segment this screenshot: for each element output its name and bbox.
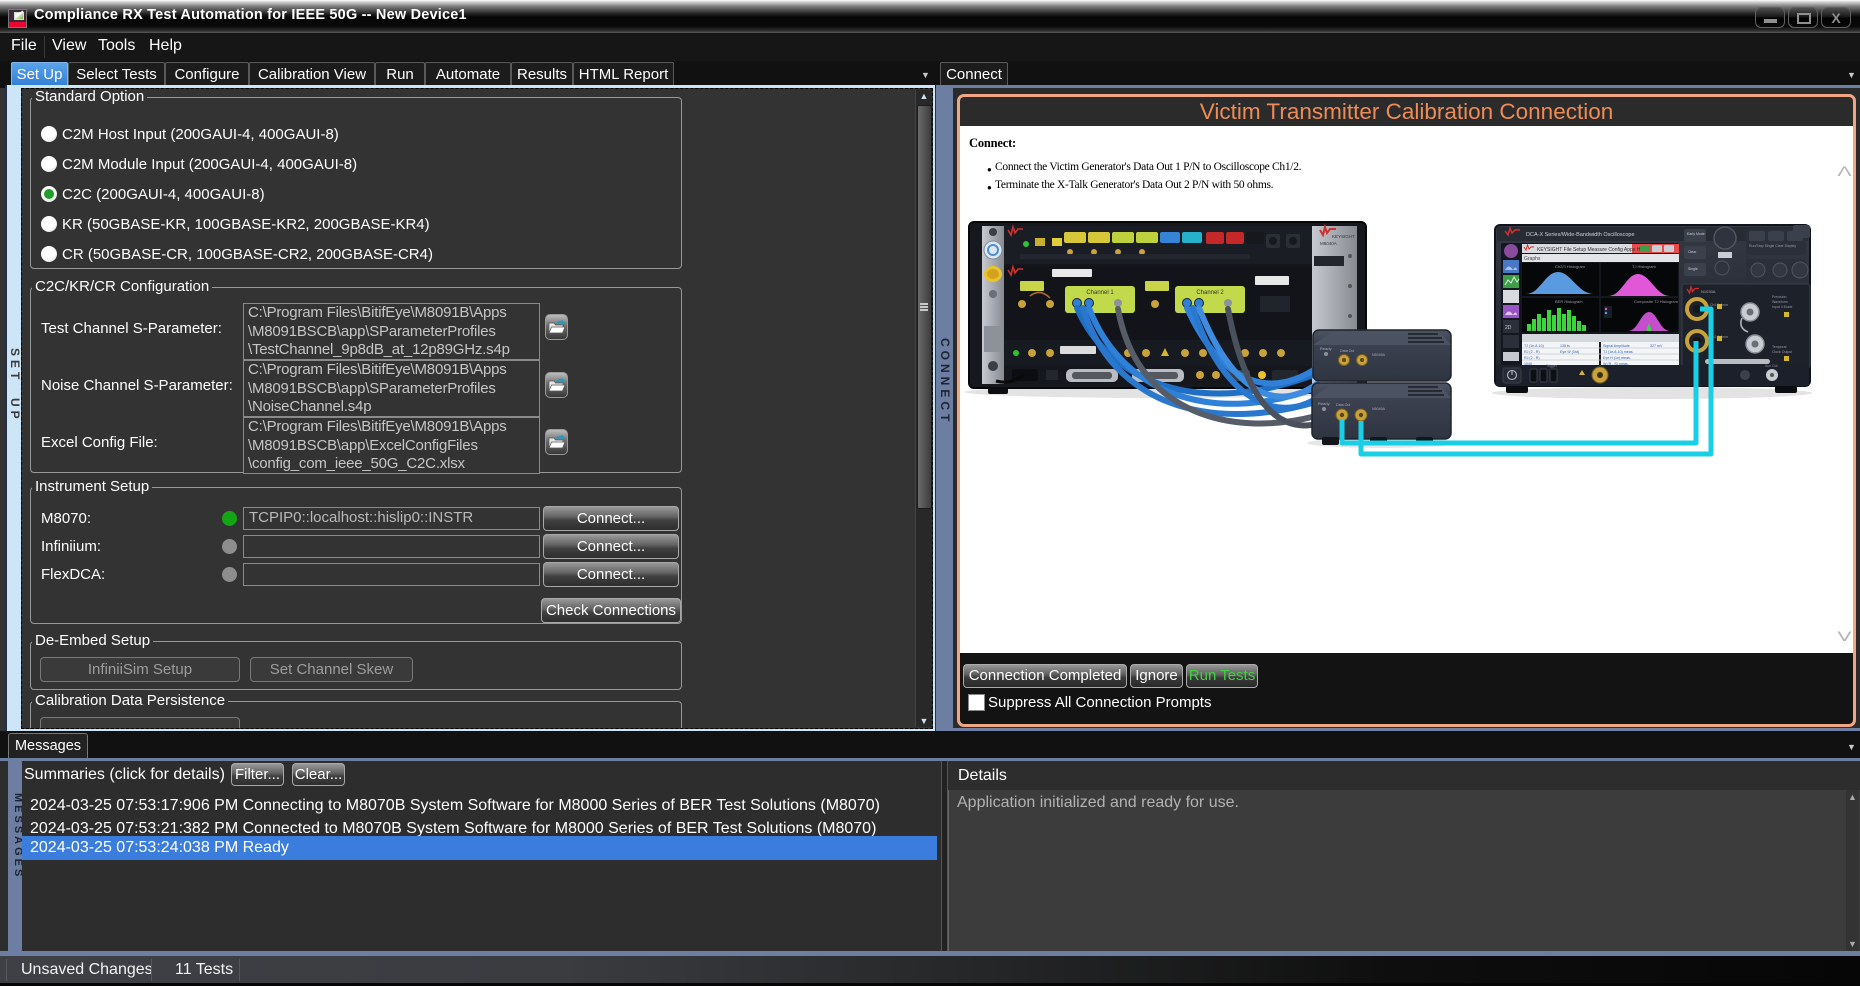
svg-text:Run/Stop Single Clear Disp: Run/Stop Single Clear Display: [1749, 244, 1796, 248]
svg-text:Early Mode: Early Mode: [1687, 232, 1705, 236]
svg-text:KEYSIGHT: KEYSIGHT: [1332, 234, 1355, 239]
svg-text:RJ (2 - R): RJ (2 - R): [1524, 350, 1540, 354]
svg-text:Single: Single: [1688, 267, 1698, 271]
svg-text:327 mV: 327 mV: [1650, 344, 1663, 348]
svg-text:N5045A: N5045A: [1372, 353, 1386, 357]
svg-text:Graphs: Graphs: [1524, 256, 1541, 262]
svg-text:TJ Histogram: TJ Histogram: [1632, 264, 1656, 269]
svg-text:Eye H (1e) meas.: Eye H (1e) meas.: [1603, 356, 1631, 360]
svg-text:RJ (2 - R): RJ (2 - R): [1524, 356, 1540, 360]
svg-text:Clear: Clear: [1688, 250, 1697, 254]
svg-text:Composite TJ Histogram: Composite TJ Histogram: [1634, 299, 1679, 304]
svg-text:2D: 2D: [1505, 325, 1512, 331]
svg-text:N5045A: N5045A: [1372, 407, 1386, 411]
svg-text:Aux Out: Aux Out: [1765, 364, 1778, 368]
svg-text:Data Out: Data Out: [1336, 403, 1350, 407]
svg-text:Ready: Ready: [1318, 401, 1330, 406]
svg-text:Data Out: Data Out: [1340, 349, 1354, 353]
svg-text:Ready: Ready: [1320, 346, 1332, 351]
svg-text:BER Histogram: BER Histogram: [1555, 299, 1583, 304]
svg-text:DCA-X Series/Wide-Bandwidth O: DCA-X Series/Wide-Bandwidth Oscilloscope: [1526, 232, 1635, 238]
svg-text:Signal Amplitude: Signal Amplitude: [1603, 344, 1630, 348]
svg-text:Channel 1: Channel 1: [1086, 290, 1114, 296]
svg-text:135 fs: 135 fs: [1560, 344, 1570, 348]
svg-text:TJ (1e-8-10) meas.: TJ (1e-8-10) meas.: [1603, 350, 1634, 354]
svg-text:Trigger: Trigger: [1546, 364, 1558, 368]
svg-text:Eye W (3rd): Eye W (3rd): [1560, 350, 1579, 354]
svg-text:Ch2/3 Histogram: Ch2/3 Histogram: [1555, 264, 1586, 269]
svg-text:Channel 2: Channel 2: [1196, 290, 1224, 296]
svg-text:TJ (1e-8-10): TJ (1e-8-10): [1524, 344, 1544, 348]
svg-text:KEYSIGHT File Setup Measure: KEYSIGHT File Setup Measure Config Apps …: [1537, 247, 1647, 253]
svg-text:M8040A: M8040A: [1320, 241, 1337, 246]
svg-text:N1030A: N1030A: [1701, 289, 1716, 294]
